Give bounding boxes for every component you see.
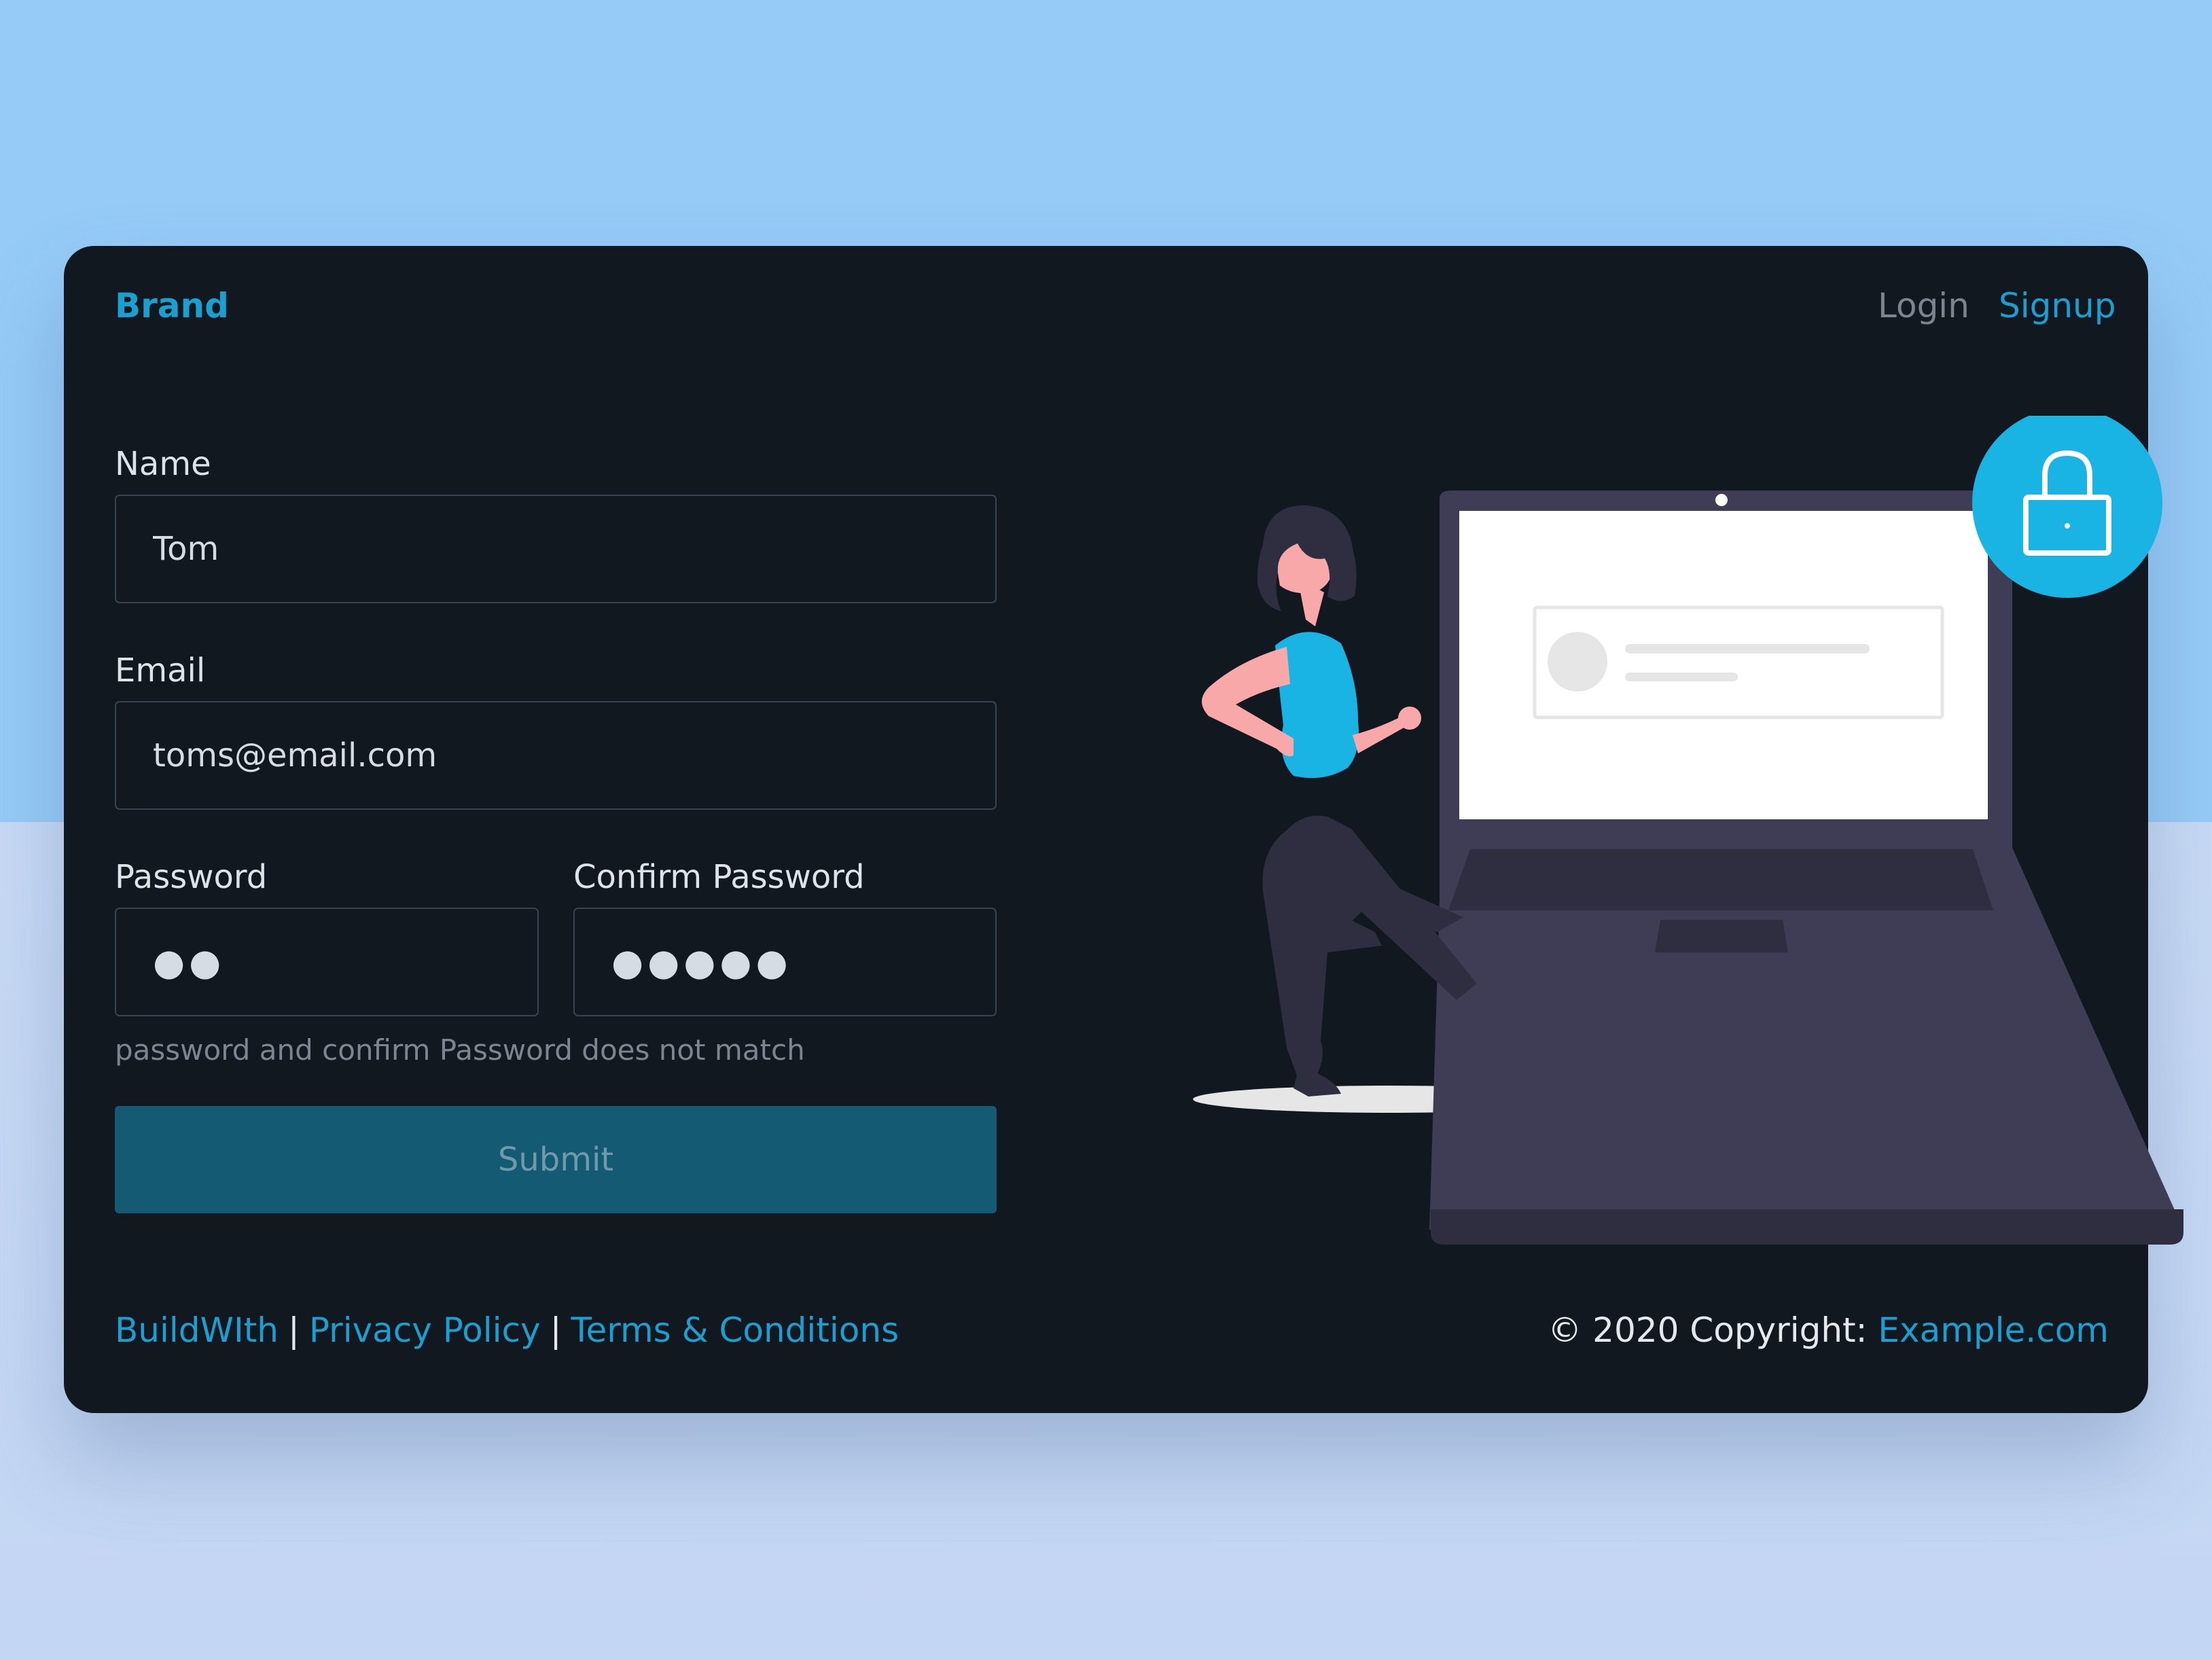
copyright-text: © 2020 Copyright: <box>1548 1310 1868 1350</box>
email-input[interactable] <box>115 701 997 810</box>
footer-separator: | <box>550 1310 562 1350</box>
name-label: Name <box>115 445 211 483</box>
password-mismatch-error: password and confirm Password does not m… <box>115 1033 805 1067</box>
footer-copyright: © 2020 Copyright: Example.com <box>1548 1306 2109 1355</box>
laptop-illustration <box>1429 490 2183 1245</box>
nav-signup-link[interactable]: Signup <box>1999 281 2116 330</box>
brand-logo[interactable]: Brand <box>115 281 229 330</box>
footer-link-privacy-policy[interactable]: Privacy Policy <box>309 1310 541 1350</box>
footer-separator: | <box>288 1310 300 1350</box>
footer-link-buildwith[interactable]: BuildWIth <box>115 1310 279 1350</box>
footer-link-terms-conditions[interactable]: Terms & Conditions <box>571 1310 899 1350</box>
confirm-password-input[interactable] <box>573 908 997 1016</box>
name-input[interactable] <box>115 495 997 603</box>
confirm-password-label: Confirm Password <box>573 858 865 896</box>
signup-card: Brand Login Signup Name Email Password C… <box>64 246 2183 1413</box>
submit-button[interactable]: Submit <box>115 1106 997 1213</box>
signup-illustration <box>1193 416 2183 1245</box>
person-illustration <box>1202 505 1477 1096</box>
password-label: Password <box>115 858 268 896</box>
email-label: Email <box>115 652 206 690</box>
password-input[interactable] <box>115 908 539 1016</box>
footer-links: BuildWIth | Privacy Policy | Terms & Conditi… <box>115 1306 899 1355</box>
nav-login-link[interactable]: Login <box>1878 281 1969 330</box>
copyright-link[interactable]: Example.com <box>1878 1310 2109 1350</box>
lock-badge <box>1972 416 2162 598</box>
